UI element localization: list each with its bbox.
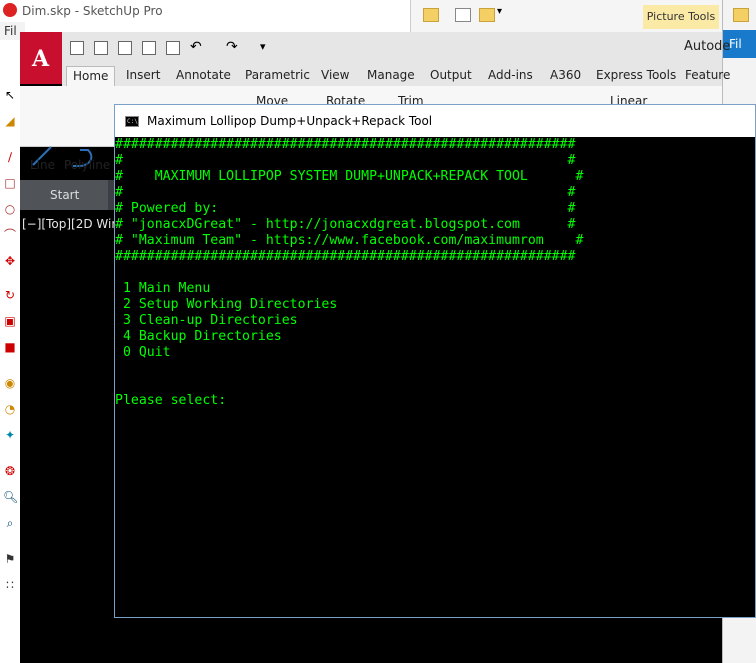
pushpull-tool-icon[interactable]: ■ (3, 340, 17, 354)
tab-parametric[interactable]: Parametric (245, 68, 310, 82)
tape-tool-icon[interactable]: ◉ (3, 376, 17, 390)
sketchup-titlebar[interactable]: Dim.skp - SketchUp Pro (0, 0, 410, 22)
explorer-window-ribbon: ▾ Picture Tools (410, 0, 723, 32)
walk-tool-icon[interactable]: ⚑ (3, 552, 17, 566)
customize-qat-icon[interactable]: ▾ (260, 40, 266, 53)
save-icon[interactable] (118, 41, 132, 55)
tab-annotate[interactable]: Annotate (176, 68, 231, 82)
menu-option-cleanup: 3 Clean-up Directories (115, 313, 298, 328)
autocad-logo-icon: A (32, 46, 50, 72)
redo-icon[interactable]: ↷ (226, 39, 238, 55)
select-tool-icon[interactable]: ↖ (3, 88, 17, 102)
picture-tools-tab[interactable]: Picture Tools (643, 5, 719, 29)
console-output[interactable]: ########################################… (115, 137, 755, 617)
move-tool-icon[interactable]: ✥ (3, 254, 17, 268)
autocad-ribbon-tabs: Home Insert Annotate Parametric View Man… (62, 66, 730, 87)
menu-option-quit: 0 Quit (115, 345, 171, 360)
console-line: ########################################… (115, 249, 576, 264)
console-app-icon: C:\ (125, 116, 139, 127)
paint-tool-icon[interactable]: ◔ (3, 402, 17, 416)
menu-option-main-menu: 1 Main Menu (115, 281, 211, 296)
orbit-tool-icon[interactable]: ❂ (3, 464, 17, 478)
folder-icon[interactable] (423, 8, 439, 22)
autocad-file-tabs: Start (20, 180, 120, 210)
viewport-controls[interactable]: [−][Top][2D Wire (22, 217, 123, 231)
properties-icon[interactable] (455, 8, 471, 22)
save-as-icon[interactable] (142, 41, 156, 55)
pencil-tool-icon[interactable]: ∕ (3, 150, 17, 164)
console-line: # "jonacxDGreat" - http://jonacxdgreat.b… (115, 217, 576, 232)
eraser-tool-icon[interactable]: ◢ (3, 114, 17, 128)
autocad-application-button[interactable]: A (20, 32, 62, 84)
new-icon[interactable] (70, 41, 84, 55)
console-prompt[interactable]: Please select: (115, 393, 755, 409)
rectangle-tool-icon[interactable]: □ (3, 176, 17, 190)
tab-manage[interactable]: Manage (367, 68, 415, 82)
sketchup-logo-icon (3, 3, 17, 17)
tab-featured[interactable]: Feature (685, 68, 730, 82)
folder-icon[interactable] (733, 8, 749, 22)
autocad-quick-access-toolbar: ↶ ↷ ▾ Autode (20, 32, 730, 66)
tab-home[interactable]: Home (66, 66, 116, 87)
new-folder-icon[interactable] (479, 8, 495, 22)
footprints-tool-icon[interactable]: ∷ (3, 578, 17, 592)
undo-icon[interactable]: ↶ (190, 39, 202, 55)
tab-view[interactable]: View (321, 68, 349, 82)
console-line: # # (115, 153, 576, 168)
arc-tool-icon[interactable]: ⌒ (3, 228, 17, 242)
sketchup-menu-file-label: Fil (4, 24, 17, 38)
menu-option-backup: 4 Backup Directories (115, 329, 282, 344)
tab-add-ins[interactable]: Add-ins (488, 68, 533, 82)
polyline-tool-label[interactable]: Polyline (64, 158, 110, 172)
file-tab-start[interactable]: Start (20, 180, 108, 210)
console-line: # Powered by: # (115, 201, 576, 216)
console-window[interactable]: C:\ Maximum Lollipop Dump+Unpack+Repack … (114, 104, 756, 618)
plot-icon[interactable] (166, 41, 180, 55)
line-tool-label[interactable]: Line (30, 158, 55, 172)
console-line: # "Maximum Team" - https://www.facebook.… (115, 233, 584, 248)
autocad-window-title: Autode (684, 39, 731, 54)
rotate-tool-icon[interactable]: ↻ (3, 288, 17, 302)
tab-express-tools[interactable]: Express Tools (596, 68, 676, 82)
console-titlebar[interactable]: C:\ Maximum Lollipop Dump+Unpack+Repack … (115, 105, 755, 138)
scale-tool-icon[interactable]: ▣ (3, 314, 17, 328)
sketchup-toolbar: ↖ ◢ ∕ □ ○ ⌒ ✥ ↻ ▣ ■ ◉ ◔ ✦ ❂ 🔍︎ ⌕ ⚑ ∷ (0, 40, 21, 663)
open-icon[interactable] (94, 41, 108, 55)
console-line: # MAXIMUM LOLLIPOP SYSTEM DUMP+UNPACK+RE… (115, 169, 584, 184)
tab-insert[interactable]: Insert (126, 68, 160, 82)
console-window-title: Maximum Lollipop Dump+Unpack+Repack Tool (147, 114, 433, 128)
circle-tool-icon[interactable]: ○ (3, 202, 17, 216)
tab-output[interactable]: Output (430, 68, 472, 82)
zoom-tool-icon[interactable]: 🔍︎ (3, 490, 18, 504)
sketchup-window-title: Dim.skp - SketchUp Pro (22, 4, 163, 18)
tab-a360[interactable]: A360 (550, 68, 581, 82)
axes-tool-icon[interactable]: ✦ (3, 428, 17, 442)
menu-option-setup: 2 Setup Working Directories (115, 297, 338, 312)
zoom-window-tool-icon[interactable]: ⌕ (3, 516, 17, 530)
console-line: # # (115, 185, 576, 200)
console-line: ########################################… (115, 137, 576, 152)
chevron-down-icon[interactable]: ▾ (497, 6, 502, 17)
